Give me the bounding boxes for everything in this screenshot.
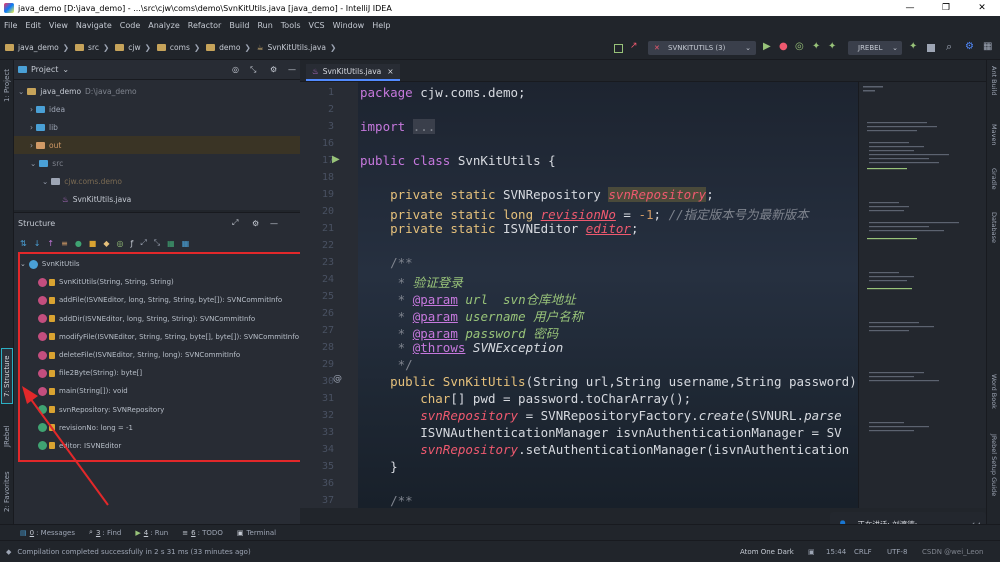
tab-todo[interactable]: ≡ 6: TODO	[182, 529, 223, 537]
line-number: 2	[327, 104, 334, 115]
status-bar: ◆ Compilation completed successfully in …	[0, 540, 1000, 562]
line-number: 3	[327, 121, 334, 132]
line-number: 37	[321, 495, 334, 506]
tab-key: 0	[29, 528, 35, 537]
line-number: 25	[321, 291, 334, 302]
minimap-preview	[863, 86, 959, 432]
line-number: 18	[321, 172, 334, 183]
tab-messages[interactable]: ▤ 0: Messages	[20, 529, 75, 537]
line-number: 28	[321, 342, 334, 353]
line-number: 31	[321, 393, 334, 404]
right-tool-strip: Ant Build Maven Gradle Database Word Boo…	[986, 60, 1000, 524]
line-number: 34	[321, 444, 334, 455]
code-line: */	[397, 357, 413, 372]
file-encoding[interactable]: UTF-8	[887, 548, 907, 556]
watermark: CSDN @wei_Leon	[922, 547, 984, 556]
tab-database[interactable]: Database	[988, 212, 1000, 260]
status-icon[interactable]: ◆	[6, 548, 11, 556]
code-line: svnRepository.setAuthenticationManager(i…	[420, 442, 850, 457]
tab-label: Terminal	[246, 528, 277, 537]
code-editor[interactable]: package cjw.coms.demo; import ... public…	[358, 82, 858, 508]
java-class-icon: ♨	[312, 67, 319, 76]
editor-tab-label: SvnKitUtils.java	[322, 67, 382, 76]
editor-gutter: 1 2 3 16 17 18 19 20 21 22 23 24 25 26 2…	[300, 82, 358, 508]
close-icon[interactable]: ×	[387, 67, 393, 76]
code-line: /**	[390, 493, 413, 508]
line-number: 29	[321, 359, 334, 370]
code-line: /**	[390, 255, 413, 270]
code-line: public class SvnKitUtils {	[360, 153, 556, 168]
todo-icon: ≡	[182, 528, 189, 537]
line-number: 32	[321, 410, 334, 421]
line-number: 22	[321, 240, 334, 251]
line-number: 35	[321, 461, 334, 472]
theme-label[interactable]: Atom One Dark	[740, 548, 794, 556]
messages-icon: ▤	[20, 528, 27, 537]
line-number: 33	[321, 427, 334, 438]
line-number: 1	[327, 87, 334, 98]
line-separator[interactable]: CRLF	[854, 548, 872, 556]
tab-label: : TODO	[197, 528, 223, 537]
tab-key: 4	[143, 528, 149, 537]
line-number: 20	[321, 206, 334, 217]
code-line: import ...	[360, 119, 436, 134]
line-number: 26	[321, 308, 334, 319]
tab-key: 3	[95, 528, 101, 537]
code-line: private static ISVNEditor editor;	[390, 221, 639, 236]
line-number: 21	[321, 223, 334, 234]
line-number: 27	[321, 325, 334, 336]
line-number: 23	[321, 257, 334, 268]
code-line: char[] pwd = password.toCharArray();	[420, 391, 692, 406]
tab-label: : Run	[150, 528, 169, 537]
code-minimap[interactable]	[858, 82, 986, 508]
tab-find[interactable]: ⌕ 3: Find	[89, 528, 121, 537]
line-number: 16	[321, 138, 334, 149]
tab-word-book[interactable]: Word Book	[988, 374, 1000, 422]
bottom-tool-bar: ▤ 0: Messages ⌕ 3: Find ▶ 4: Run ≡ 6: TODO ▣…	[0, 524, 1000, 540]
tab-gradle[interactable]: Gradle	[988, 168, 1000, 202]
tab-key: 6	[191, 528, 196, 537]
editor-tab-bar: ♨ SvnKitUtils.java ×	[300, 60, 986, 82]
tab-terminal[interactable]: ▣ Terminal	[237, 529, 276, 537]
code-line: * @throws SVNException	[397, 340, 564, 355]
caret-position[interactable]: 15:44	[826, 548, 846, 556]
line-number: 36	[321, 478, 334, 489]
tab-label: : Find	[102, 528, 122, 537]
tab-run[interactable]: ▶ 4: Run	[135, 529, 168, 537]
status-message[interactable]: Compilation completed successfully in 2 …	[17, 548, 250, 556]
code-line: private static SVNRepository svnReposito…	[390, 187, 714, 202]
line-number: 24	[321, 274, 334, 285]
run-icon: ▶	[135, 528, 141, 537]
tab-maven[interactable]: Maven	[988, 124, 1000, 158]
tab-ant-build[interactable]: Ant Build	[988, 66, 1000, 112]
code-line: svnRepository = SVNRepositoryFactory.cre…	[420, 408, 842, 423]
code-line: public SvnKitUtils(String url,String use…	[390, 374, 858, 389]
code-line: package cjw.coms.demo;	[360, 85, 526, 100]
theme-icon[interactable]: ▣	[808, 548, 815, 556]
find-icon: ⌕	[89, 528, 93, 536]
tab-label: : Messages	[36, 528, 76, 537]
run-gutter-icon[interactable]: ▶	[332, 154, 340, 165]
code-line: ISVNAuthenticationManager isvnAuthentica…	[360, 425, 842, 440]
editor-tab[interactable]: ♨ SvnKitUtils.java ×	[306, 64, 400, 81]
tab-jrebel-setup[interactable]: JRebel Setup Guide	[988, 434, 1000, 520]
code-line: }	[360, 459, 398, 474]
terminal-icon: ▣	[236, 528, 244, 537]
annotation-gutter-icon: @	[333, 374, 342, 384]
line-number: 19	[321, 189, 334, 200]
